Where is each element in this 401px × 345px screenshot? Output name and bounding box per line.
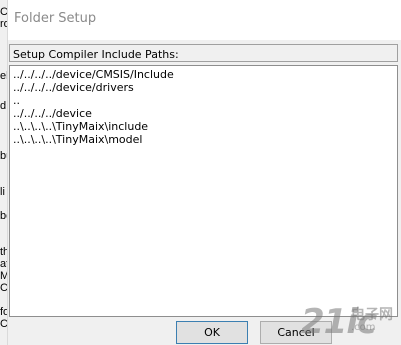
include-paths-label: Setup Compiler Include Paths: [13, 48, 179, 61]
list-item[interactable]: .. [13, 94, 397, 107]
background-text: th [0, 246, 7, 258]
background-text: C [0, 6, 7, 18]
cancel-button[interactable]: Cancel [260, 321, 332, 344]
list-item[interactable]: ../../../../device/drivers [13, 81, 397, 94]
background-text: d [0, 100, 7, 112]
background-text: Ci [0, 282, 7, 294]
include-paths-list[interactable]: ../../../../device/CMSIS/Include ../../.… [9, 65, 398, 317]
ok-button[interactable]: OK [176, 321, 248, 344]
background-text: li [0, 186, 5, 198]
background-text: at [0, 258, 7, 270]
folder-setup-dialog: Folder Setup Setup Compiler Include Path… [7, 0, 401, 345]
title-bar[interactable]: Folder Setup [8, 0, 401, 40]
background-text: el [0, 70, 7, 82]
include-paths-header: Setup Compiler Include Paths: [9, 44, 398, 62]
background-text: be [0, 210, 7, 222]
list-item[interactable]: ../../../../device [13, 107, 397, 120]
dialog-title: Folder Setup [14, 11, 97, 26]
background-text: M [0, 270, 7, 282]
background-text: bu [0, 150, 7, 162]
background-text: ro [0, 18, 7, 30]
background-text: fo [0, 306, 7, 318]
list-item[interactable]: ..\..\..\..\TinyMaix\model [13, 133, 397, 146]
list-item[interactable]: ..\..\..\..\TinyMaix\include [13, 120, 397, 133]
list-item[interactable]: ../../../../device/CMSIS/Include [13, 68, 397, 81]
background-text: Ci [0, 318, 7, 330]
screen: C ro el d bu li be th at M Ci fo Ci Fold… [0, 0, 401, 345]
